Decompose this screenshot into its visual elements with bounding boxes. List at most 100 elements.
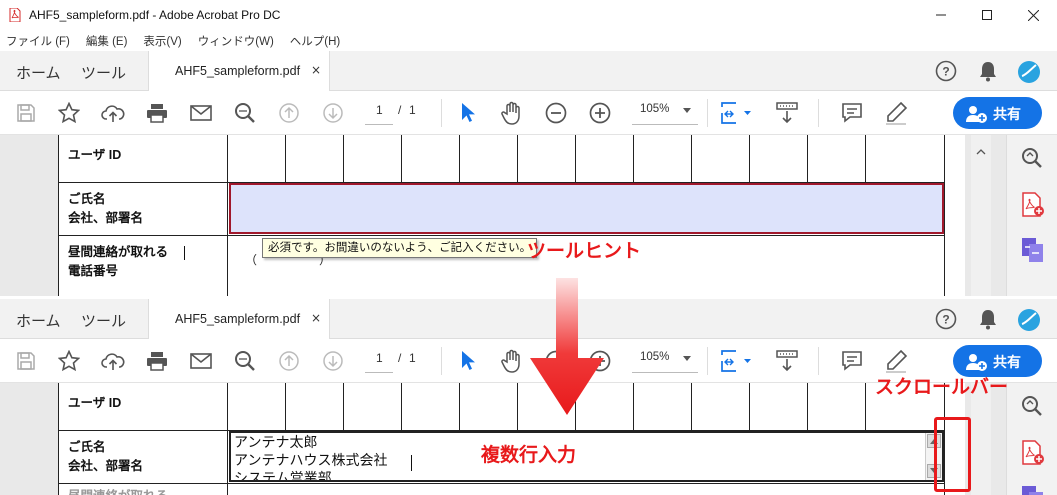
hand-tool-button[interactable] xyxy=(500,349,524,373)
organize-pages-icon[interactable] xyxy=(1021,237,1045,263)
name-field[interactable] xyxy=(229,183,944,234)
fit-page-icon xyxy=(721,350,751,372)
hand-tool-button[interactable] xyxy=(500,101,524,125)
scroll-mode-button[interactable] xyxy=(775,101,799,125)
tab-bar: ホーム ツール AHF5_sampleform.pdf × ? xyxy=(0,299,1057,340)
printer-icon xyxy=(147,352,167,371)
select-tool-button[interactable] xyxy=(456,349,480,373)
arrow-down-circle-icon xyxy=(323,103,343,123)
column-divider xyxy=(227,135,228,296)
close-window-button[interactable] xyxy=(1010,0,1056,30)
tab-document[interactable]: AHF5_sampleform.pdf × xyxy=(148,51,330,92)
chevron-down-icon xyxy=(683,108,691,113)
page-total: 1 xyxy=(409,103,416,117)
help-icon[interactable]: ? xyxy=(935,60,957,82)
comment-button[interactable] xyxy=(840,349,864,373)
cell-divider xyxy=(517,383,518,430)
create-pdf-icon[interactable] xyxy=(1021,440,1045,466)
print-button[interactable] xyxy=(145,349,169,373)
search-button[interactable] xyxy=(233,101,257,125)
create-pdf-icon[interactable] xyxy=(1021,192,1045,218)
zoom-view-icon[interactable] xyxy=(1021,147,1043,169)
account-avatar-icon[interactable] xyxy=(1017,308,1041,332)
tab-document[interactable]: AHF5_sampleform.pdf × xyxy=(148,299,330,340)
share-label: 共有 xyxy=(993,354,1021,370)
document-scrollbar[interactable] xyxy=(971,135,991,296)
prev-page-button[interactable] xyxy=(277,101,301,125)
tab-home[interactable]: ホーム xyxy=(16,62,61,83)
multiline-line-2: アンテナハウス株式会社 xyxy=(234,452,388,468)
arrow-up-circle-icon xyxy=(279,103,299,123)
menu-file[interactable]: ファイル (F) xyxy=(6,33,70,49)
save-icon xyxy=(17,352,35,370)
minimize-button[interactable] xyxy=(918,0,964,30)
save-button[interactable] xyxy=(14,101,38,125)
prev-page-button[interactable] xyxy=(277,349,301,373)
cell-divider xyxy=(401,135,402,182)
next-page-button[interactable] xyxy=(321,101,345,125)
page-fit-button[interactable] xyxy=(719,101,753,125)
scroll-up-icon[interactable] xyxy=(976,149,986,155)
document-view[interactable]: ユーザ ID ご氏名 会社、部署名 昼間連絡が取れる 電話番号 （ ） xyxy=(0,135,1057,296)
pdf-page: ユーザ ID ご氏名 会社、部署名 昼間連絡が取れる 電話番号 （ ） xyxy=(58,135,965,296)
organize-pages-icon[interactable] xyxy=(1021,485,1045,495)
page-fit-button[interactable] xyxy=(719,349,753,373)
scroll-mode-button[interactable] xyxy=(775,349,799,373)
scroll-mode-icon xyxy=(776,102,798,124)
email-button[interactable] xyxy=(189,101,213,125)
maximize-button[interactable] xyxy=(964,0,1010,30)
zoom-view-icon[interactable] xyxy=(1021,395,1043,417)
multiline-line-3: システム営業部 xyxy=(234,470,332,482)
share-label: 共有 xyxy=(993,106,1021,122)
cell-divider xyxy=(459,383,460,430)
share-button[interactable]: 共有 xyxy=(953,97,1042,129)
bell-icon[interactable] xyxy=(978,308,998,330)
name-multiline-field[interactable]: アンテナ太郎 アンテナハウス株式会社 システム営業部 xyxy=(229,431,944,482)
sign-button[interactable] xyxy=(884,349,908,373)
cell-divider xyxy=(865,383,866,430)
tab-close-icon[interactable]: × xyxy=(311,311,321,325)
print-button[interactable] xyxy=(145,101,169,125)
upload-button[interactable] xyxy=(101,101,125,125)
cursor-icon xyxy=(462,351,475,370)
search-icon xyxy=(235,103,255,123)
account-avatar-icon[interactable] xyxy=(1017,60,1041,84)
cell-divider xyxy=(285,135,286,182)
document-view[interactable]: ユーザ ID ご氏名 会社、部署名 アンテナ太郎 アンテナハウス株式会社 システ… xyxy=(0,383,1057,495)
mail-icon xyxy=(190,105,212,121)
upload-button[interactable] xyxy=(101,349,125,373)
select-tool-button[interactable] xyxy=(456,101,480,125)
save-button[interactable] xyxy=(14,349,38,373)
email-button[interactable] xyxy=(189,349,213,373)
page-current: 1 xyxy=(376,351,383,365)
tab-tools[interactable]: ツール xyxy=(81,62,126,83)
sign-button[interactable] xyxy=(884,101,908,125)
help-icon[interactable]: ? xyxy=(935,308,957,330)
bell-icon[interactable] xyxy=(978,60,998,82)
menu-window[interactable]: ウィンドウ(W) xyxy=(198,33,274,49)
arrow-up-circle-icon xyxy=(279,351,299,371)
next-page-button[interactable] xyxy=(321,349,345,373)
printer-icon xyxy=(147,104,167,123)
bookmark-button[interactable] xyxy=(57,101,81,125)
document-scrollbar[interactable] xyxy=(971,383,991,495)
name-label-line1: ご氏名 xyxy=(68,440,106,454)
search-button[interactable] xyxy=(233,349,257,373)
bookmark-button[interactable] xyxy=(57,349,81,373)
svg-text:?: ? xyxy=(942,313,949,327)
menu-view[interactable]: 表示(V) xyxy=(143,33,181,49)
comment-button[interactable] xyxy=(840,101,864,125)
zoom-in-button[interactable] xyxy=(588,101,612,125)
menu-edit[interactable]: 編集 (E) xyxy=(86,33,128,49)
tab-tools[interactable]: ツール xyxy=(81,310,126,331)
plus-circle-icon xyxy=(589,102,611,124)
cell-divider xyxy=(343,383,344,430)
zoom-out-button[interactable] xyxy=(544,101,568,125)
cell-divider xyxy=(865,135,866,182)
tab-close-icon[interactable]: × xyxy=(311,63,321,77)
svg-text:?: ? xyxy=(942,65,949,79)
user-id-label: ユーザ ID xyxy=(68,396,122,410)
menu-help[interactable]: ヘルプ(H) xyxy=(290,33,340,49)
cell-divider xyxy=(633,383,634,430)
tab-home[interactable]: ホーム xyxy=(16,310,61,331)
